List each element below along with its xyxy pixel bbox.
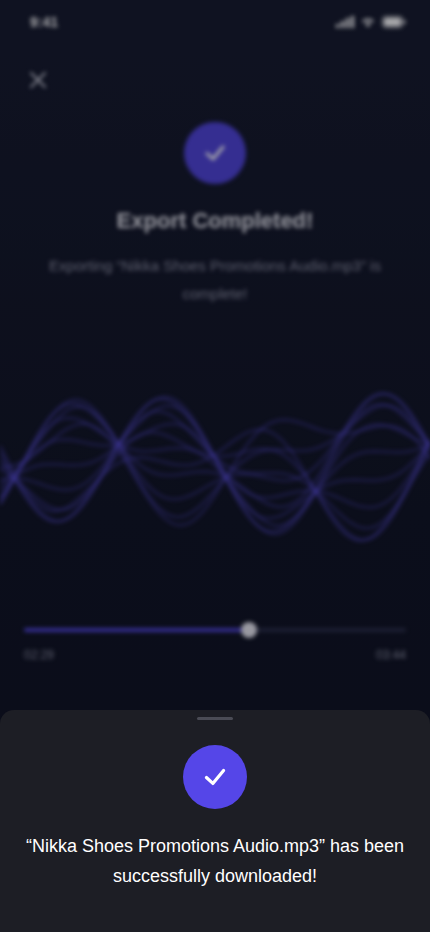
download-message: “Nikka Shoes Promotions Audio.mp3” has b… [25, 831, 405, 891]
sheet-handle[interactable] [197, 717, 233, 720]
download-sheet: “Nikka Shoes Promotions Audio.mp3” has b… [0, 710, 430, 932]
download-check-icon [183, 745, 247, 809]
export-screen: 9:41 Export Completed! Exporting “Nikka … [0, 0, 430, 932]
